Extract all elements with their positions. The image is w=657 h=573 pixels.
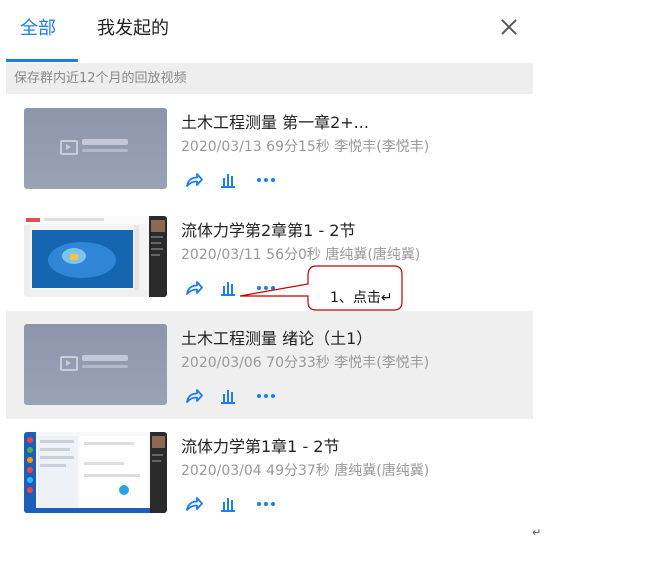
stats-icon[interactable] bbox=[218, 494, 240, 516]
close-icon[interactable] bbox=[498, 16, 520, 38]
video-duration: 49分37秒 bbox=[266, 463, 330, 479]
video-title[interactable]: 土木工程测量 第一章2+... bbox=[181, 109, 369, 133]
video-duration: 69分15秒 bbox=[266, 139, 330, 155]
video-title[interactable]: 流体力学第2章第1 - 2节 bbox=[181, 217, 356, 241]
video-date: 2020/03/06 bbox=[181, 355, 262, 371]
video-date: 2020/03/04 bbox=[181, 463, 262, 479]
more-icon[interactable] bbox=[255, 386, 277, 408]
video-meta: 2020/03/04 49分37秒 唐纯冀(唐纯冀) bbox=[181, 460, 429, 480]
stats-icon[interactable] bbox=[218, 386, 240, 408]
video-meta: 2020/03/06 70分33秒 李悦丰(李悦丰) bbox=[181, 352, 429, 372]
video-title[interactable]: 流体力学第1章1 - 2节 bbox=[181, 433, 340, 457]
video-title[interactable]: 土木工程测量 绪论（土1） bbox=[181, 325, 372, 349]
thumbnail-caption bbox=[82, 139, 128, 145]
thumbnail-subcaption bbox=[82, 149, 128, 152]
video-date: 2020/03/13 bbox=[181, 139, 262, 155]
video-duration: 70分33秒 bbox=[266, 355, 330, 371]
list-item[interactable]: 流体力学第1章1 - 2节 2020/03/04 49分37秒 唐纯冀(唐纯冀) bbox=[6, 419, 533, 527]
share-icon[interactable] bbox=[184, 494, 206, 516]
active-tab-indicator bbox=[6, 59, 78, 62]
tab-all[interactable]: 全部 bbox=[20, 14, 56, 40]
video-author: 李悦丰(李悦丰) bbox=[334, 139, 430, 155]
thumbnail-caption bbox=[82, 355, 128, 361]
video-author: 唐纯冀(唐纯冀) bbox=[325, 247, 421, 263]
paragraph-mark: ↵ bbox=[532, 526, 542, 539]
annotation-text: 1、点击↵ bbox=[330, 290, 393, 306]
video-thumbnail[interactable] bbox=[24, 108, 167, 189]
video-meta: 2020/03/13 69分15秒 李悦丰(李悦丰) bbox=[181, 136, 429, 156]
share-icon[interactable] bbox=[184, 170, 206, 192]
video-thumbnail[interactable] bbox=[24, 432, 167, 513]
list-item[interactable]: 土木工程测量 绪论（土1） 2020/03/06 70分33秒 李悦丰(李悦丰) bbox=[6, 311, 533, 419]
video-duration: 56分0秒 bbox=[266, 247, 321, 263]
video-author: 李悦丰(李悦丰) bbox=[334, 355, 430, 371]
retention-notice: 保存群内近12个月的回放视频 bbox=[6, 63, 533, 94]
video-date: 2020/03/11 bbox=[181, 247, 262, 263]
live-logo-icon bbox=[60, 356, 78, 371]
live-logo-icon bbox=[60, 140, 78, 155]
share-icon[interactable] bbox=[184, 386, 206, 408]
more-icon[interactable] bbox=[255, 170, 277, 192]
tab-mine[interactable]: 我发起的 bbox=[97, 14, 169, 40]
list-item[interactable]: 土木工程测量 第一章2+... 2020/03/13 69分15秒 李悦丰(李悦… bbox=[6, 95, 533, 203]
share-icon[interactable] bbox=[184, 278, 206, 300]
video-author: 唐纯冀(唐纯冀) bbox=[334, 463, 430, 479]
stats-icon[interactable] bbox=[218, 170, 240, 192]
thumbnail-subcaption bbox=[82, 365, 128, 368]
video-thumbnail[interactable] bbox=[24, 324, 167, 405]
video-meta: 2020/03/11 56分0秒 唐纯冀(唐纯冀) bbox=[181, 244, 420, 264]
tab-bar: 全部 我发起的 bbox=[0, 0, 533, 62]
more-icon[interactable] bbox=[255, 494, 277, 516]
video-thumbnail[interactable] bbox=[24, 216, 167, 297]
